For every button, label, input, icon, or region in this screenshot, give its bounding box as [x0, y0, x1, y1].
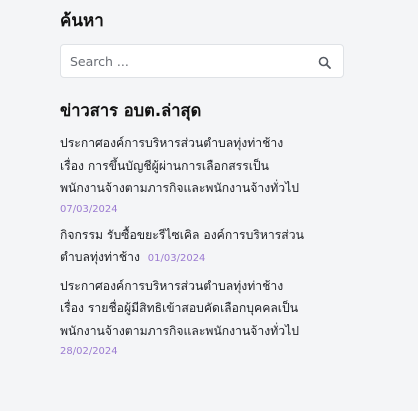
news-item-date: 07/03/2024 [60, 203, 118, 215]
sidebar: ค้นหา ข่าวสาร อบต.ล่าสุด ประกาศองค์การบร… [60, 0, 360, 366]
news-item-line: กิจกรรม รับซื้อขยะรีไซเคิล องค์การบริหาร… [60, 227, 304, 242]
search-icon [318, 56, 331, 69]
news-item-date: 28/02/2024 [60, 346, 118, 357]
search-input[interactable] [61, 45, 303, 77]
news-item-line: พนักงานจ้างตามภารกิจและพนักงานจ้างทั่วไป [60, 323, 299, 338]
news-item-link[interactable]: ประกาศองค์การบริหารส่วนตำบลทุ่งท่าช้าง เ… [60, 136, 299, 195]
news-item-line: ตำบลทุ่งท่าช้าง [60, 250, 140, 264]
news-widget-title: ข่าวสาร อบต.ล่าสุด [60, 101, 202, 120]
news-item-line: พนักงานจ้างตามภารกิจและพนักงานจ้างทั่วไป [60, 181, 299, 195]
search-form [60, 44, 344, 78]
news-item-line: เรื่อง รายชื่อผู้มีสิทธิเข้าสอบคัดเลือกบ… [60, 301, 299, 315]
news-item-line: เรื่อง การขึ้นบัญชีผู้ผ่านการเลือกสรรเป็… [60, 158, 270, 173]
news-item: ประกาศองค์การบริหารส่วนตำบลทุ่งท่าช้าง เ… [60, 275, 360, 361]
search-widget-title: ค้นหา [60, 11, 104, 31]
news-item-line: ประกาศองค์การบริหารส่วนตำบลทุ่งท่าช้าง [60, 136, 284, 150]
news-item: กิจกรรม รับซื้อขยะรีไซเคิล องค์การบริหาร… [60, 224, 360, 269]
news-item-line: ประกาศองค์การบริหารส่วนตำบลทุ่งท่าช้าง [60, 278, 284, 293]
news-list: ประกาศองค์การบริหารส่วนตำบลทุ่งท่าช้าง เ… [60, 132, 360, 360]
news-item-date: 01/03/2024 [147, 253, 206, 264]
news-item: ประกาศองค์การบริหารส่วนตำบลทุ่งท่าช้าง เ… [60, 132, 360, 218]
search-button[interactable] [313, 51, 335, 73]
news-item-link[interactable]: ประกาศองค์การบริหารส่วนตำบลทุ่งท่าช้าง เ… [60, 279, 299, 338]
